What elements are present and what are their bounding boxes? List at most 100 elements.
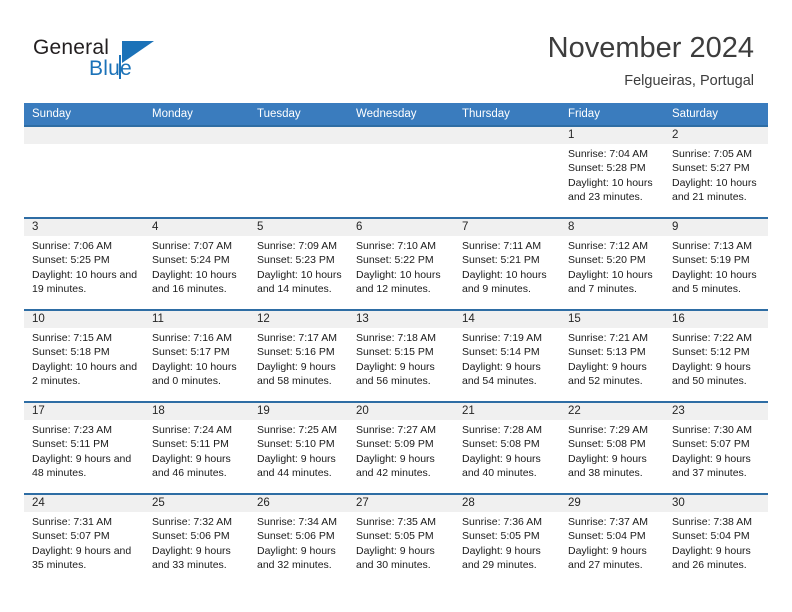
calendar-day-cell[interactable]: 10 Sunrise: 7:15 AM Sunset: 5:18 PM Dayligh… <box>24 309 144 402</box>
calendar-day-cell[interactable]: 19 Sunrise: 7:25 AM Sunset: 5:10 PM Dayligh… <box>249 401 348 494</box>
calendar-day-cell[interactable]: 17 Sunrise: 7:23 AM Sunset: 5:11 PM Dayligh… <box>24 401 144 494</box>
calendar-day-cell[interactable]: 20 Sunrise: 7:27 AM Sunset: 5:09 PM Dayligh… <box>348 401 454 494</box>
calendar-day-cell[interactable]: 8 Sunrise: 7:12 AM Sunset: 5:20 PM Daylight… <box>560 217 664 310</box>
calendar-day-cell-empty <box>144 125 249 218</box>
calendar-day-cell[interactable]: 2 Sunrise: 7:05 AM Sunset: 5:27 PM Daylight… <box>664 125 768 218</box>
calendar-day-cell-empty <box>348 125 454 218</box>
day-cell-inner: 2 Sunrise: 7:05 AM Sunset: 5:27 PM Daylight… <box>664 127 768 215</box>
calendar-day-cell[interactable]: 5 Sunrise: 7:09 AM Sunset: 5:23 PM Daylight… <box>249 217 348 310</box>
sunrise-text: Sunrise: 7:32 AM <box>152 516 232 528</box>
day-number <box>454 127 560 144</box>
sunset-text: Sunset: 5:13 PM <box>568 346 646 359</box>
calendar-day-cell[interactable]: 7 Sunrise: 7:11 AM Sunset: 5:21 PM Daylight… <box>454 217 560 310</box>
day-details: Sunrise: 7:18 AM Sunset: 5:15 PM Daylight:… <box>348 328 454 389</box>
daylight-text: Daylight: 10 hours and 14 minutes. <box>257 268 342 296</box>
sunset-text: Sunset: 5:21 PM <box>462 254 540 267</box>
day-cell-inner <box>24 127 144 215</box>
day-number <box>348 127 454 144</box>
calendar-day-cell[interactable]: 11 Sunrise: 7:16 AM Sunset: 5:17 PM Dayligh… <box>144 309 249 402</box>
calendar-day-cell[interactable]: 3 Sunrise: 7:06 AM Sunset: 5:25 PM Daylight… <box>24 217 144 310</box>
sunrise-text: Sunrise: 7:21 AM <box>568 332 648 344</box>
brand-logo[interactable]: General Blue <box>33 36 213 84</box>
day-cell-inner: 18 Sunrise: 7:24 AM Sunset: 5:11 PM Dayligh… <box>144 403 249 491</box>
day-number: 25 <box>144 495 249 512</box>
calendar-day-cell[interactable]: 18 Sunrise: 7:24 AM Sunset: 5:11 PM Dayligh… <box>144 401 249 494</box>
day-number: 20 <box>348 403 454 420</box>
weekday-header-monday: Monday <box>144 103 249 126</box>
calendar-day-cell[interactable]: 13 Sunrise: 7:18 AM Sunset: 5:15 PM Dayligh… <box>348 309 454 402</box>
day-number: 27 <box>348 495 454 512</box>
day-cell-inner: 24 Sunrise: 7:31 AM Sunset: 5:07 PM Dayligh… <box>24 495 144 583</box>
day-details: Sunrise: 7:15 AM Sunset: 5:18 PM Daylight:… <box>24 328 144 389</box>
day-number: 22 <box>560 403 664 420</box>
day-details: Sunrise: 7:06 AM Sunset: 5:25 PM Daylight:… <box>24 236 144 297</box>
calendar-day-cell-empty <box>454 125 560 218</box>
day-number <box>24 127 144 144</box>
day-cell-inner: 22 Sunrise: 7:29 AM Sunset: 5:08 PM Dayligh… <box>560 403 664 491</box>
calendar-day-cell[interactable]: 14 Sunrise: 7:19 AM Sunset: 5:14 PM Dayligh… <box>454 309 560 402</box>
sunrise-text: Sunrise: 7:36 AM <box>462 516 542 528</box>
sunset-text: Sunset: 5:11 PM <box>152 438 229 451</box>
calendar-day-cell[interactable]: 1 Sunrise: 7:04 AM Sunset: 5:28 PM Daylight… <box>560 125 664 218</box>
daylight-text: Daylight: 10 hours and 12 minutes. <box>356 268 441 296</box>
sunrise-text: Sunrise: 7:09 AM <box>257 240 337 252</box>
day-number: 3 <box>24 219 144 236</box>
sunset-text: Sunset: 5:05 PM <box>356 530 434 543</box>
sunrise-text: Sunrise: 7:15 AM <box>32 332 112 344</box>
calendar-body: 1 Sunrise: 7:04 AM Sunset: 5:28 PM Daylight… <box>24 125 768 585</box>
sunrise-text: Sunrise: 7:28 AM <box>462 424 542 436</box>
daylight-text: Daylight: 9 hours and 29 minutes. <box>462 544 541 572</box>
calendar-day-cell[interactable]: 22 Sunrise: 7:29 AM Sunset: 5:08 PM Dayligh… <box>560 401 664 494</box>
calendar-day-cell[interactable]: 23 Sunrise: 7:30 AM Sunset: 5:07 PM Dayligh… <box>664 401 768 494</box>
calendar-day-cell[interactable]: 29 Sunrise: 7:37 AM Sunset: 5:04 PM Dayligh… <box>560 493 664 585</box>
calendar-day-cell[interactable]: 4 Sunrise: 7:07 AM Sunset: 5:24 PM Daylight… <box>144 217 249 310</box>
calendar-day-cell[interactable]: 24 Sunrise: 7:31 AM Sunset: 5:07 PM Dayligh… <box>24 493 144 585</box>
day-cell-inner: 9 Sunrise: 7:13 AM Sunset: 5:19 PM Daylight… <box>664 219 768 307</box>
sunset-text: Sunset: 5:18 PM <box>32 346 110 359</box>
page-title: November 2024 <box>547 32 754 64</box>
calendar-day-cell[interactable]: 6 Sunrise: 7:10 AM Sunset: 5:22 PM Daylight… <box>348 217 454 310</box>
sunrise-text: Sunrise: 7:38 AM <box>672 516 752 528</box>
day-cell-inner: 27 Sunrise: 7:35 AM Sunset: 5:05 PM Dayligh… <box>348 495 454 583</box>
day-cell-inner <box>249 127 348 215</box>
sunrise-text: Sunrise: 7:22 AM <box>672 332 752 344</box>
day-number: 18 <box>144 403 249 420</box>
daylight-text: Daylight: 9 hours and 54 minutes. <box>462 360 541 388</box>
brand-name-blue: Blue <box>89 57 132 80</box>
calendar-day-cell[interactable]: 27 Sunrise: 7:35 AM Sunset: 5:05 PM Dayligh… <box>348 493 454 585</box>
weekday-header-sunday: Sunday <box>24 103 144 126</box>
sunset-text: Sunset: 5:28 PM <box>568 162 646 175</box>
daylight-text: Daylight: 10 hours and 16 minutes. <box>152 268 237 296</box>
day-cell-inner: 19 Sunrise: 7:25 AM Sunset: 5:10 PM Dayligh… <box>249 403 348 491</box>
calendar-day-cell[interactable]: 30 Sunrise: 7:38 AM Sunset: 5:04 PM Dayligh… <box>664 493 768 585</box>
calendar-day-cell[interactable]: 26 Sunrise: 7:34 AM Sunset: 5:06 PM Dayligh… <box>249 493 348 585</box>
calendar-day-cell[interactable]: 25 Sunrise: 7:32 AM Sunset: 5:06 PM Dayligh… <box>144 493 249 585</box>
calendar-week-row: 3 Sunrise: 7:06 AM Sunset: 5:25 PM Daylight… <box>24 217 768 310</box>
day-details: Sunrise: 7:09 AM Sunset: 5:23 PM Daylight:… <box>249 236 348 297</box>
day-details: Sunrise: 7:07 AM Sunset: 5:24 PM Daylight:… <box>144 236 249 297</box>
sunset-text: Sunset: 5:24 PM <box>152 254 230 267</box>
calendar-day-cell[interactable]: 28 Sunrise: 7:36 AM Sunset: 5:05 PM Dayligh… <box>454 493 560 585</box>
weekday-header-friday: Friday <box>560 103 664 126</box>
calendar-day-cell[interactable]: 15 Sunrise: 7:21 AM Sunset: 5:13 PM Dayligh… <box>560 309 664 402</box>
day-number: 7 <box>454 219 560 236</box>
sunrise-text: Sunrise: 7:23 AM <box>32 424 112 436</box>
day-cell-inner: 25 Sunrise: 7:32 AM Sunset: 5:06 PM Dayligh… <box>144 495 249 583</box>
day-number: 1 <box>560 127 664 144</box>
calendar-day-cell[interactable]: 16 Sunrise: 7:22 AM Sunset: 5:12 PM Dayligh… <box>664 309 768 402</box>
sunset-text: Sunset: 5:10 PM <box>257 438 335 451</box>
day-cell-inner: 14 Sunrise: 7:19 AM Sunset: 5:14 PM Dayligh… <box>454 311 560 399</box>
calendar-day-cell[interactable]: 12 Sunrise: 7:17 AM Sunset: 5:16 PM Dayligh… <box>249 309 348 402</box>
day-details: Sunrise: 7:10 AM Sunset: 5:22 PM Daylight:… <box>348 236 454 297</box>
sunset-text: Sunset: 5:12 PM <box>672 346 750 359</box>
calendar-day-cell[interactable]: 21 Sunrise: 7:28 AM Sunset: 5:08 PM Dayligh… <box>454 401 560 494</box>
day-cell-inner: 10 Sunrise: 7:15 AM Sunset: 5:18 PM Dayligh… <box>24 311 144 399</box>
sunset-text: Sunset: 5:09 PM <box>356 438 434 451</box>
day-number: 10 <box>24 311 144 328</box>
calendar-day-cell[interactable]: 9 Sunrise: 7:13 AM Sunset: 5:19 PM Daylight… <box>664 217 768 310</box>
page-header: General Blue November 2024 Felgueiras, P… <box>0 0 792 103</box>
calendar-week-row: 24 Sunrise: 7:31 AM Sunset: 5:07 PM Dayligh… <box>24 493 768 585</box>
daylight-text: Daylight: 10 hours and 2 minutes. <box>32 360 138 388</box>
daylight-text: Daylight: 9 hours and 42 minutes. <box>356 452 435 480</box>
sunset-text: Sunset: 5:04 PM <box>568 530 646 543</box>
